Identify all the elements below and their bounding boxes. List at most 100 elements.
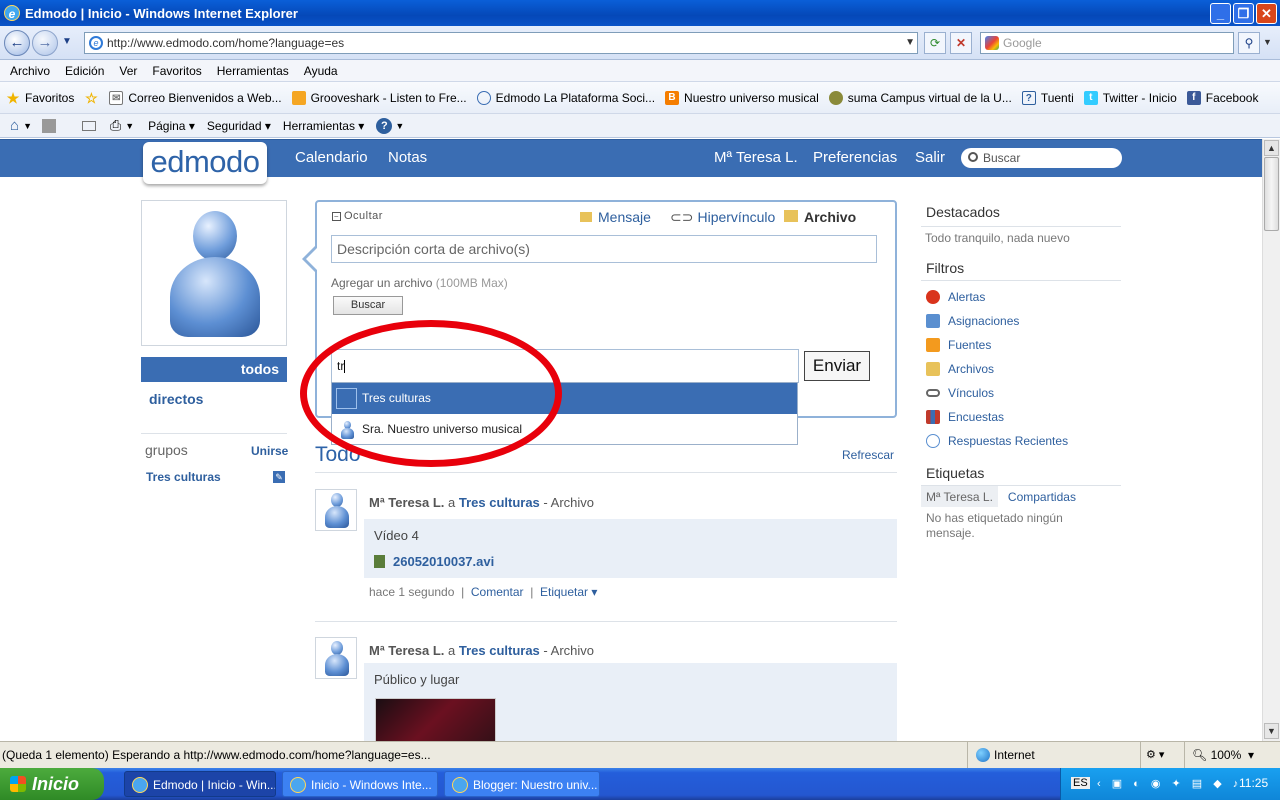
language-indicator[interactable]: ES <box>1071 777 1090 789</box>
back-button[interactable]: ← <box>4 30 30 56</box>
sidebar-item-directos[interactable]: directos <box>149 391 203 407</box>
page-icon: e <box>89 36 103 50</box>
menu-herramientas[interactable]: Herramientas <box>217 64 289 78</box>
filter-alertas[interactable]: Alertas <box>921 285 1121 309</box>
tab-hipervinculo[interactable]: ⊂⊃ Hipervínculo <box>670 209 775 226</box>
filter-respuestas[interactable]: Respuestas Recientes <box>921 429 1121 453</box>
post-group-link[interactable]: Tres culturas <box>459 495 540 510</box>
nav-user[interactable]: Mª Teresa L. <box>714 149 798 166</box>
post-body: Público y lugar <box>364 663 897 741</box>
fav-twitter[interactable]: t Twitter - Inicio <box>1083 90 1177 105</box>
send-button[interactable]: Enviar <box>804 351 870 381</box>
minimize-button[interactable]: _ <box>1210 3 1231 24</box>
file-description-input[interactable]: Descripción corta de archivo(s) <box>331 235 877 263</box>
tag-tab-shared[interactable]: Compartidas <box>998 486 1086 507</box>
start-button[interactable]: Inicio <box>0 768 104 800</box>
tools-menu[interactable]: Herramientas ▾ <box>283 119 364 133</box>
menu-favoritos[interactable]: Favoritos <box>152 64 201 78</box>
restore-button[interactable]: ❐ <box>1233 3 1254 24</box>
hide-composer-button[interactable]: − Ocultar <box>332 210 383 222</box>
protected-mode-icon[interactable]: ⚙ ▾ <box>1146 742 1164 768</box>
post-avatar[interactable] <box>315 489 357 531</box>
vertical-scrollbar[interactable]: ▲ ▼ <box>1262 139 1280 741</box>
fav-suma[interactable]: suma Campus virtual de la U... <box>828 90 1012 105</box>
post-image-thumbnail[interactable] <box>375 698 496 741</box>
fav-blogger[interactable]: B Nuestro universo musical <box>665 90 819 105</box>
home-icon[interactable]: ⌂ <box>10 117 19 134</box>
tags-heading: Etiquetas <box>926 465 985 481</box>
close-button[interactable]: ✕ <box>1256 3 1277 24</box>
google-icon <box>985 36 999 50</box>
mail-icon: ✉ <box>109 90 124 105</box>
campus-icon <box>828 90 843 105</box>
favorites-button[interactable]: ★ Favoritos <box>6 89 75 106</box>
tab-mensaje[interactable]: Mensaje <box>580 209 651 225</box>
history-dropdown-icon[interactable]: ▼ <box>62 36 72 47</box>
post-group-link[interactable]: Tres culturas <box>459 643 540 658</box>
tray-icons[interactable]: ‹ ▣ ◐ ◉ ✦ ▤ ◆ ♪ <box>1097 777 1242 790</box>
task-blogger[interactable]: Blogger: Nuestro univ... <box>444 771 600 797</box>
filter-asignaciones[interactable]: Asignaciones <box>921 309 1121 333</box>
nav-calendario[interactable]: Calendario <box>295 149 368 166</box>
attachment-link[interactable]: 26052010037.avi <box>374 554 494 569</box>
menu-ver[interactable]: Ver <box>119 64 137 78</box>
task-edmodo[interactable]: Edmodo | Inicio - Win... <box>124 771 276 797</box>
tag-link[interactable]: Etiquetar ▾ <box>540 585 597 599</box>
user-silhouette-icon <box>168 211 262 337</box>
address-bar[interactable]: e http://www.edmodo.com/home?language=es… <box>84 32 918 54</box>
fav-edmodo[interactable]: Edmodo La Plataforma Soci... <box>476 90 655 105</box>
filter-encuestas[interactable]: Encuestas <box>921 405 1121 429</box>
join-group-link[interactable]: Unirse <box>251 444 288 458</box>
browse-file-button[interactable]: Buscar <box>333 296 403 315</box>
post-avatar[interactable] <box>315 637 357 679</box>
refresh-link[interactable]: Refrescar <box>842 448 894 462</box>
tab-archivo[interactable]: Archivo <box>784 209 856 225</box>
feed-post: Mª Teresa L. a Tres culturas - Archivo P… <box>315 637 897 741</box>
page-menu[interactable]: Página ▾ <box>148 119 195 133</box>
sidebar-item-todos[interactable]: todos <box>141 357 287 382</box>
post-author[interactable]: Mª Teresa L. <box>369 495 444 510</box>
menu-ayuda[interactable]: Ayuda <box>304 64 338 78</box>
search-options-icon[interactable]: ▼ <box>1263 37 1272 47</box>
fav-correo[interactable]: ✉ Correo Bienvenidos a Web... <box>109 90 282 105</box>
read-mail-icon[interactable] <box>81 120 96 131</box>
fav-facebook[interactable]: f Facebook <box>1186 90 1258 105</box>
forward-button[interactable]: → <box>32 30 58 56</box>
feeds-icon[interactable] <box>41 118 56 133</box>
help-icon[interactable]: ? <box>376 117 393 134</box>
add-favorite-icon[interactable]: ☆ <box>84 91 103 105</box>
scroll-down-icon[interactable]: ▼ <box>1264 723 1279 739</box>
browser-search-input[interactable]: Google <box>980 32 1234 54</box>
clock: 11:25 <box>1239 776 1269 790</box>
profile-avatar[interactable] <box>141 200 287 346</box>
task-inicio[interactable]: Inicio - Windows Inte... <box>282 771 438 797</box>
sidebar-group-tres-culturas[interactable]: Tres culturas <box>146 470 221 484</box>
stop-icon[interactable]: ✕ <box>950 32 972 54</box>
folder-icon <box>926 362 940 376</box>
security-menu[interactable]: Seguridad ▾ <box>207 119 271 133</box>
filter-fuentes[interactable]: Fuentes <box>921 333 1121 357</box>
filter-vinculos[interactable]: Vínculos <box>921 381 1121 405</box>
refresh-icon[interactable]: ⟳ <box>924 32 946 54</box>
zoom-control[interactable]: 🔍︎ 100% ▾ <box>1192 742 1254 768</box>
search-icon[interactable]: ⚲ <box>1238 32 1260 54</box>
edit-group-icon[interactable]: ✎ <box>273 471 285 483</box>
star-icon: ★ <box>6 89 20 106</box>
address-dropdown-icon[interactable]: ▼ <box>905 33 915 53</box>
scroll-up-icon[interactable]: ▲ <box>1264 140 1279 156</box>
fav-grooveshark[interactable]: Grooveshark - Listen to Fre... <box>291 90 467 105</box>
edmodo-logo[interactable]: edmodo <box>143 142 267 184</box>
nav-salir[interactable]: Salir <box>915 149 945 166</box>
menu-archivo[interactable]: Archivo <box>10 64 50 78</box>
edmodo-search-input[interactable]: Buscar <box>961 148 1122 168</box>
comment-link[interactable]: Comentar <box>471 585 524 599</box>
print-icon[interactable]: ⎙ <box>110 117 121 134</box>
scroll-thumb[interactable] <box>1264 157 1279 231</box>
fav-tuenti[interactable]: ? Tuenti <box>1021 90 1074 105</box>
nav-preferencias[interactable]: Preferencias <box>813 149 897 166</box>
menu-edicion[interactable]: Edición <box>65 64 104 78</box>
tag-tab-user[interactable]: Mª Teresa L. <box>921 486 998 507</box>
post-author[interactable]: Mª Teresa L. <box>369 643 444 658</box>
filter-archivos[interactable]: Archivos <box>921 357 1121 381</box>
nav-notas[interactable]: Notas <box>388 149 427 166</box>
